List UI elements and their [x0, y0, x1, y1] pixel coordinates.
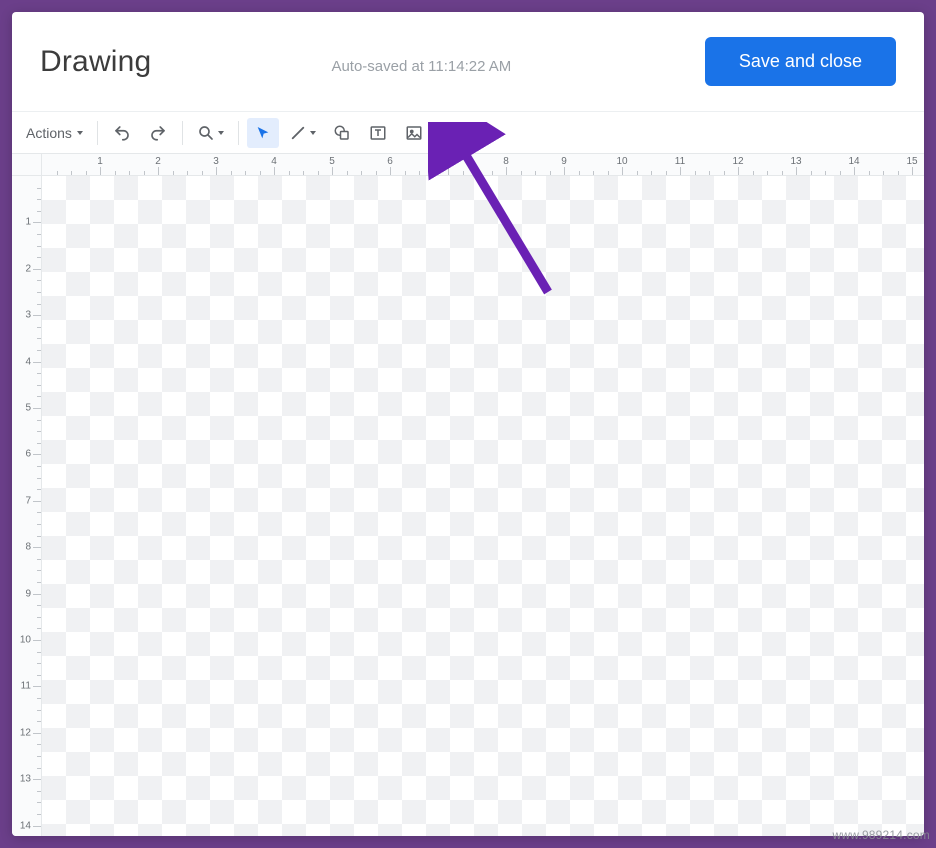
- toolbar-separator: [238, 121, 239, 145]
- ruler-number: 11: [21, 681, 31, 692]
- ruler-number: 7: [445, 156, 451, 167]
- ruler-number: 2: [155, 156, 161, 167]
- ruler-number: 6: [25, 449, 31, 460]
- chevron-down-icon: [77, 131, 83, 135]
- ruler-number: 5: [25, 403, 31, 414]
- dialog-header: Drawing Auto-saved at 11:14:22 AM Save a…: [12, 12, 924, 112]
- autosave-status: Auto-saved at 11:14:22 AM: [331, 58, 511, 75]
- zoom-icon: [197, 124, 215, 142]
- ruler-number: 3: [213, 156, 219, 167]
- ruler-number: 4: [271, 156, 277, 167]
- vertical-ruler: 1234567891011121314: [12, 176, 42, 836]
- watermark: www.989214.com: [832, 828, 930, 842]
- shape-tool-button[interactable]: [326, 118, 358, 148]
- ruler-number: 1: [25, 217, 31, 228]
- actions-menu-button[interactable]: Actions: [20, 118, 89, 148]
- ruler-number: 1: [97, 156, 103, 167]
- ruler-number: 13: [790, 156, 801, 167]
- ruler-number: 12: [732, 156, 743, 167]
- image-tool-button[interactable]: [398, 118, 430, 148]
- image-icon: [405, 124, 423, 142]
- ruler-number: 14: [20, 820, 31, 831]
- ruler-number: 7: [25, 495, 31, 506]
- shape-icon: [333, 124, 351, 142]
- redo-icon: [149, 124, 167, 142]
- textbox-tool-button[interactable]: [362, 118, 394, 148]
- chevron-down-icon: [218, 131, 224, 135]
- ruler-number: 4: [25, 356, 31, 367]
- undo-button[interactable]: [106, 118, 138, 148]
- ruler-number: 8: [25, 542, 31, 553]
- ruler-number: 9: [561, 156, 567, 167]
- ruler-number: 5: [329, 156, 335, 167]
- ruler-number: 14: [848, 156, 859, 167]
- chevron-down-icon: [310, 131, 316, 135]
- horizontal-ruler: 123456789101112131415: [42, 154, 924, 176]
- toolbar-separator: [97, 121, 98, 145]
- actions-label: Actions: [26, 125, 72, 141]
- line-tool-button[interactable]: [283, 118, 322, 148]
- ruler-number: 8: [503, 156, 509, 167]
- zoom-button[interactable]: [191, 118, 230, 148]
- toolbar-separator: [182, 121, 183, 145]
- undo-icon: [113, 124, 131, 142]
- drawing-dialog: Drawing Auto-saved at 11:14:22 AM Save a…: [12, 12, 924, 836]
- ruler-number: 10: [616, 156, 627, 167]
- ruler-number: 9: [25, 588, 31, 599]
- ruler-number: 2: [25, 263, 31, 274]
- select-tool-button[interactable]: [247, 118, 279, 148]
- line-icon: [289, 124, 307, 142]
- ruler-corner: [12, 154, 42, 176]
- dialog-title: Drawing: [40, 45, 151, 79]
- redo-button[interactable]: [142, 118, 174, 148]
- ruler-number: 10: [20, 635, 31, 646]
- content-row: 1234567891011121314: [12, 176, 924, 836]
- ruler-number: 6: [387, 156, 393, 167]
- ruler-number: 12: [20, 727, 31, 738]
- save-and-close-button[interactable]: Save and close: [705, 37, 896, 86]
- select-icon: [255, 125, 271, 141]
- ruler-number: 11: [675, 156, 685, 167]
- toolbar: Actions: [12, 112, 924, 154]
- textbox-icon: [369, 124, 387, 142]
- header-left: Drawing Auto-saved at 11:14:22 AM: [40, 45, 511, 79]
- ruler-number: 3: [25, 310, 31, 321]
- drawing-canvas[interactable]: [42, 176, 924, 836]
- ruler-number: 15: [906, 156, 917, 167]
- ruler-number: 13: [20, 774, 31, 785]
